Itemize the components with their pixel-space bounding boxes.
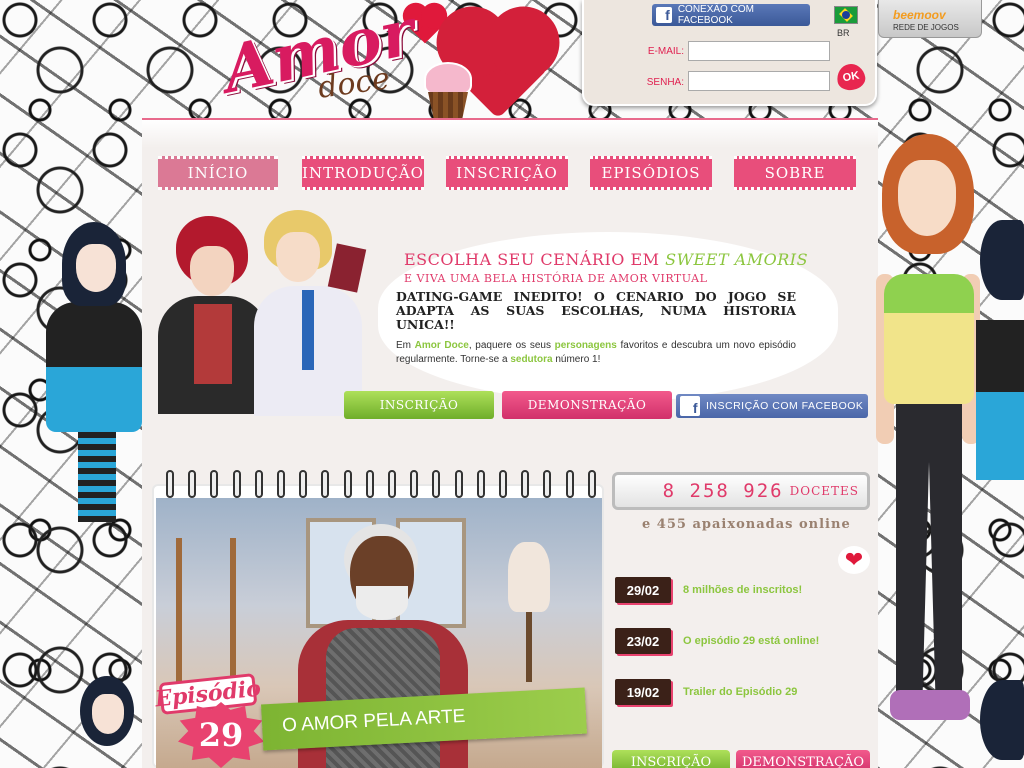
facebook-icon: f <box>656 7 672 23</box>
main-top-border <box>142 118 878 148</box>
email-label: E-MAIL: <box>647 46 684 57</box>
network-badge[interactable]: beemoov REDE DE JOGOS <box>878 0 982 38</box>
right-edge-character <box>976 220 1024 520</box>
network-subtitle: REDE DE JOGOS <box>893 23 959 32</box>
mannequin-illustration <box>508 542 550 682</box>
heart-icon: ❤ <box>838 546 870 574</box>
hero-facebook-signup-button[interactable]: f INSCRIÇÃO COM FACEBOOK <box>676 394 868 418</box>
news-text[interactable]: O episódio 29 está online! <box>683 635 819 647</box>
news-item[interactable]: 23/02 O episódio 29 está online! <box>615 628 819 654</box>
news-item[interactable]: 29/02 8 milhões de inscritos! <box>615 577 802 603</box>
member-count: 8 258 926 <box>662 480 784 502</box>
brand-name: Amor Doce <box>414 340 469 351</box>
hero-title-highlight: SWEET AMORIS <box>665 250 809 269</box>
brazil-flag-icon[interactable] <box>834 6 858 24</box>
hero-demo-button[interactable]: DEMONSTRAÇÃO <box>502 391 672 419</box>
news-text[interactable]: Trailer do Episódio 29 <box>683 686 797 698</box>
nav-episodios[interactable]: EPISÓDIOS <box>590 156 712 190</box>
hero-title: ESCOLHA SEU CENÁRIO EM SWEET AMORIS <box>404 250 809 269</box>
hero-subtitle: E VIVA UMA BELA HISTÓRIA DE AMOR VIRTUAL <box>404 272 708 285</box>
password-field[interactable] <box>688 71 830 91</box>
cupcake-icon <box>420 62 476 122</box>
beemoov-logo: beemoov <box>893 8 946 22</box>
nav-inscricao[interactable]: INSCRIÇÃO <box>446 156 568 190</box>
login-ok-button[interactable]: OK <box>834 61 868 93</box>
episode-number: 29 <box>178 702 264 768</box>
country-code: BR <box>837 28 850 38</box>
member-counter: 8 258 926 DOCETES <box>612 472 870 510</box>
notebook-rings <box>166 470 596 498</box>
bottom-demo-button[interactable]: DEMONSTRAÇÃO <box>736 750 870 768</box>
blond-character <box>246 210 367 416</box>
hero-signup-button[interactable]: INSCRIÇÃO <box>344 391 494 419</box>
right-bottom-character <box>980 680 1024 768</box>
news-text[interactable]: 8 milhões de inscritos! <box>683 584 802 596</box>
left-character <box>42 222 142 522</box>
email-field[interactable] <box>688 41 830 61</box>
news-date: 29/02 <box>615 577 671 603</box>
main-nav: INÍCIO INTRODUÇÃO INSCRIÇÃO EPISÓDIOS SO… <box>142 148 878 208</box>
facebook-connect-button[interactable]: f CONEXÃO COM FACEBOOK <box>652 4 810 26</box>
bottom-signup-button[interactable]: INSCRIÇÃO <box>612 750 730 768</box>
hero-tagline: DATING-GAME INEDITO! O CENARIO DO JOGO S… <box>396 289 796 332</box>
nav-inicio[interactable]: INÍCIO <box>158 156 278 190</box>
left-bottom-character <box>70 676 142 768</box>
nav-introducao[interactable]: INTRODUÇÃO <box>302 156 424 190</box>
sedutora-highlight: sedutora <box>510 354 553 365</box>
login-panel: f CONEXÃO COM FACEBOOK BR E-MAIL: SENHA:… <box>582 0 877 106</box>
online-count: e 455 apaixonadas online <box>642 517 851 532</box>
episode-badge: Episódio 29 <box>154 672 268 768</box>
news-date: 23/02 <box>615 628 671 654</box>
right-character <box>876 134 980 734</box>
nav-sobre[interactable]: SOBRE <box>734 156 856 190</box>
personagens-link[interactable]: personagens <box>555 340 617 351</box>
hero-facebook-signup-label: INSCRIÇÃO COM FACEBOOK <box>706 400 864 412</box>
facebook-connect-label: CONEXÃO COM FACEBOOK <box>677 4 754 26</box>
member-count-unit: DOCETES <box>789 484 859 498</box>
news-date: 19/02 <box>615 679 671 705</box>
site-logo[interactable]: Amor doce <box>200 0 549 124</box>
facebook-icon: f <box>680 396 700 416</box>
news-item[interactable]: 19/02 Trailer do Episódio 29 <box>615 679 797 705</box>
password-label: SENHA: <box>646 77 684 88</box>
hero-description: Em Amor Doce, paquere os seus personagen… <box>396 340 796 365</box>
